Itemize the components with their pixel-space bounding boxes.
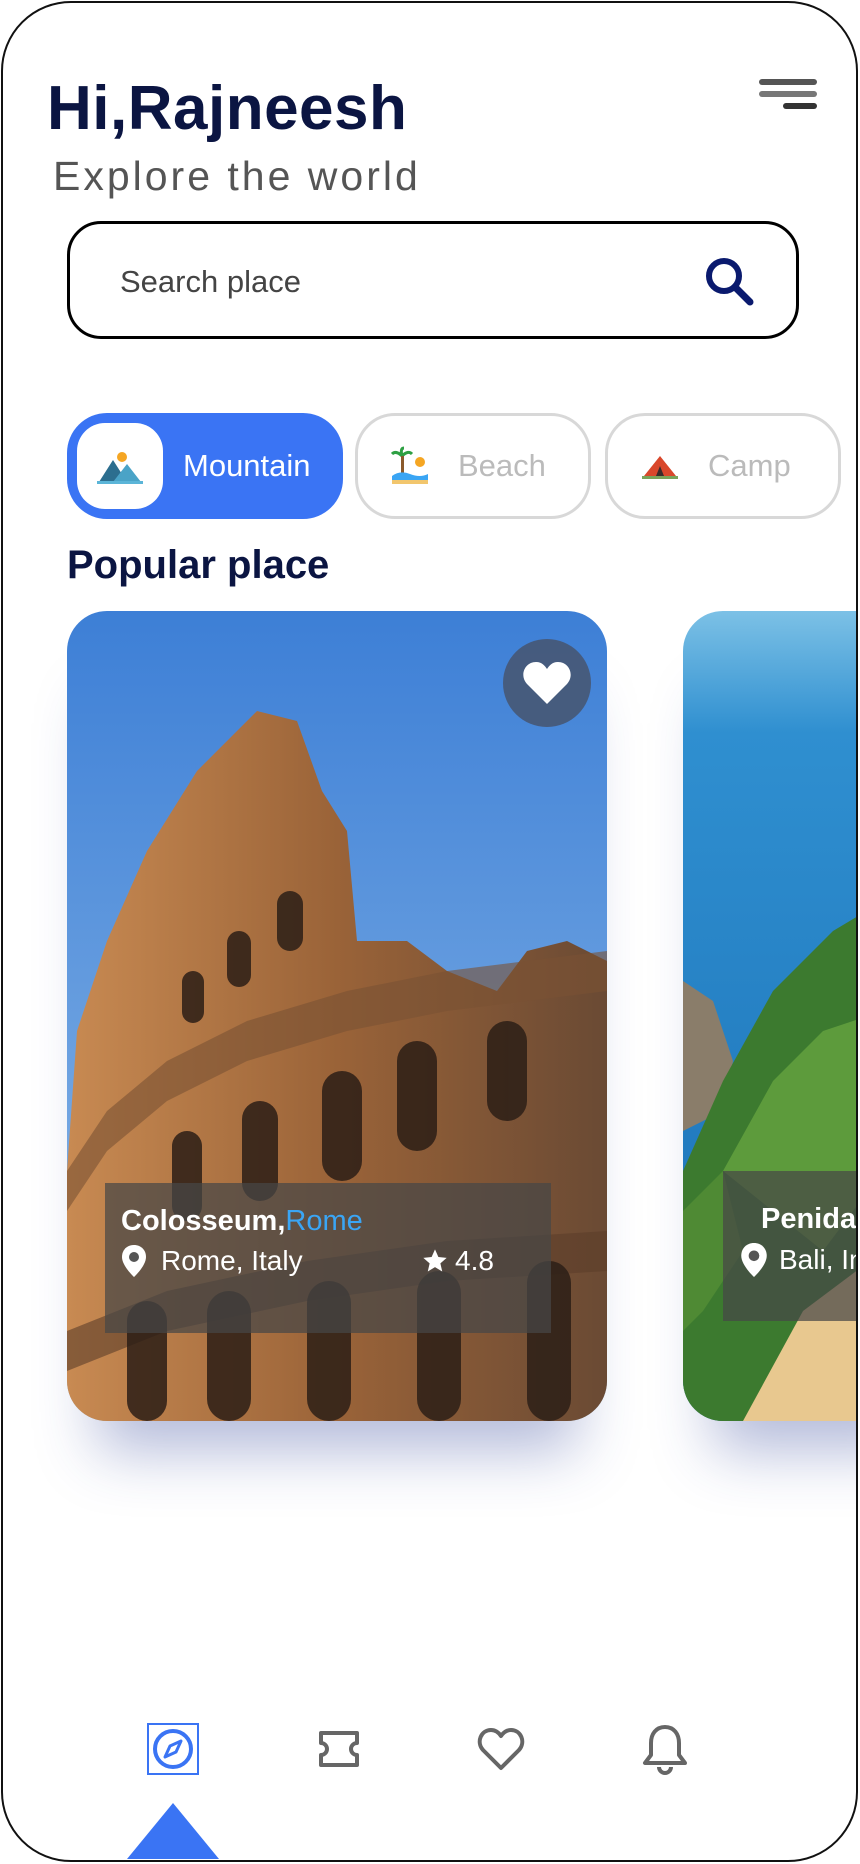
search-bar[interactable] [67,221,799,339]
place-title: Colosseum, [121,1205,286,1237]
category-chips: Mountain Beach Camp [67,413,856,519]
category-label: Beach [458,448,546,483]
place-info-panel: Penida Bali, In [723,1171,858,1321]
place-card-penida[interactable]: Penida Bali, In [683,611,858,1421]
category-label: Mountain [183,448,311,483]
hamburger-menu-icon[interactable] [755,77,817,117]
nav-notifications[interactable] [635,1719,695,1779]
favorite-heart-button[interactable] [503,639,591,727]
camp-tent-icon [630,436,690,496]
location-text: Bali, In [779,1244,858,1275]
ticket-icon [319,1731,359,1767]
nav-explore[interactable] [143,1719,203,1779]
mountain-icon [77,423,163,509]
greeting-subtitle: Explore the world [53,153,421,199]
nav-favorites[interactable] [471,1719,531,1779]
search-icon[interactable] [700,252,760,312]
category-chip-beach[interactable]: Beach [355,413,591,519]
beach-icon [380,436,440,496]
category-chip-mountain[interactable]: Mountain [67,413,343,519]
place-city: Rome [285,1205,363,1237]
location-pin-icon [122,1245,146,1277]
place-title: Penida [761,1203,857,1235]
category-chip-camp[interactable]: Camp [605,413,841,519]
heart-icon [477,1728,525,1770]
category-label: Camp [708,448,791,483]
heart-icon [523,662,571,704]
phone-frame: Hi,Rajneesh Explore the world Mountain [1,1,858,1862]
bell-icon [643,1725,687,1775]
active-nav-indicator [127,1803,219,1859]
nav-tickets[interactable] [309,1719,369,1779]
location-pin-icon [741,1243,767,1277]
place-info-panel: Colosseum,Rome Rome, Italy 4.8 [105,1183,551,1333]
place-card-colosseum[interactable]: Colosseum,Rome Rome, Italy 4.8 [67,611,607,1421]
greeting-title: Hi,Rajneesh [47,74,408,143]
compass-icon [147,1723,199,1775]
search-input[interactable] [120,254,680,310]
popular-title: Popular place [67,543,330,587]
place-location: Bali, In [739,1243,858,1277]
place-name: Colosseum,Rome [121,1205,363,1238]
location-text: Rome, Italy [161,1245,303,1276]
place-rating: 4.8 [421,1245,494,1277]
rating-value: 4.8 [455,1245,494,1276]
place-location: Rome, Italy [121,1245,303,1277]
star-icon [423,1249,447,1272]
